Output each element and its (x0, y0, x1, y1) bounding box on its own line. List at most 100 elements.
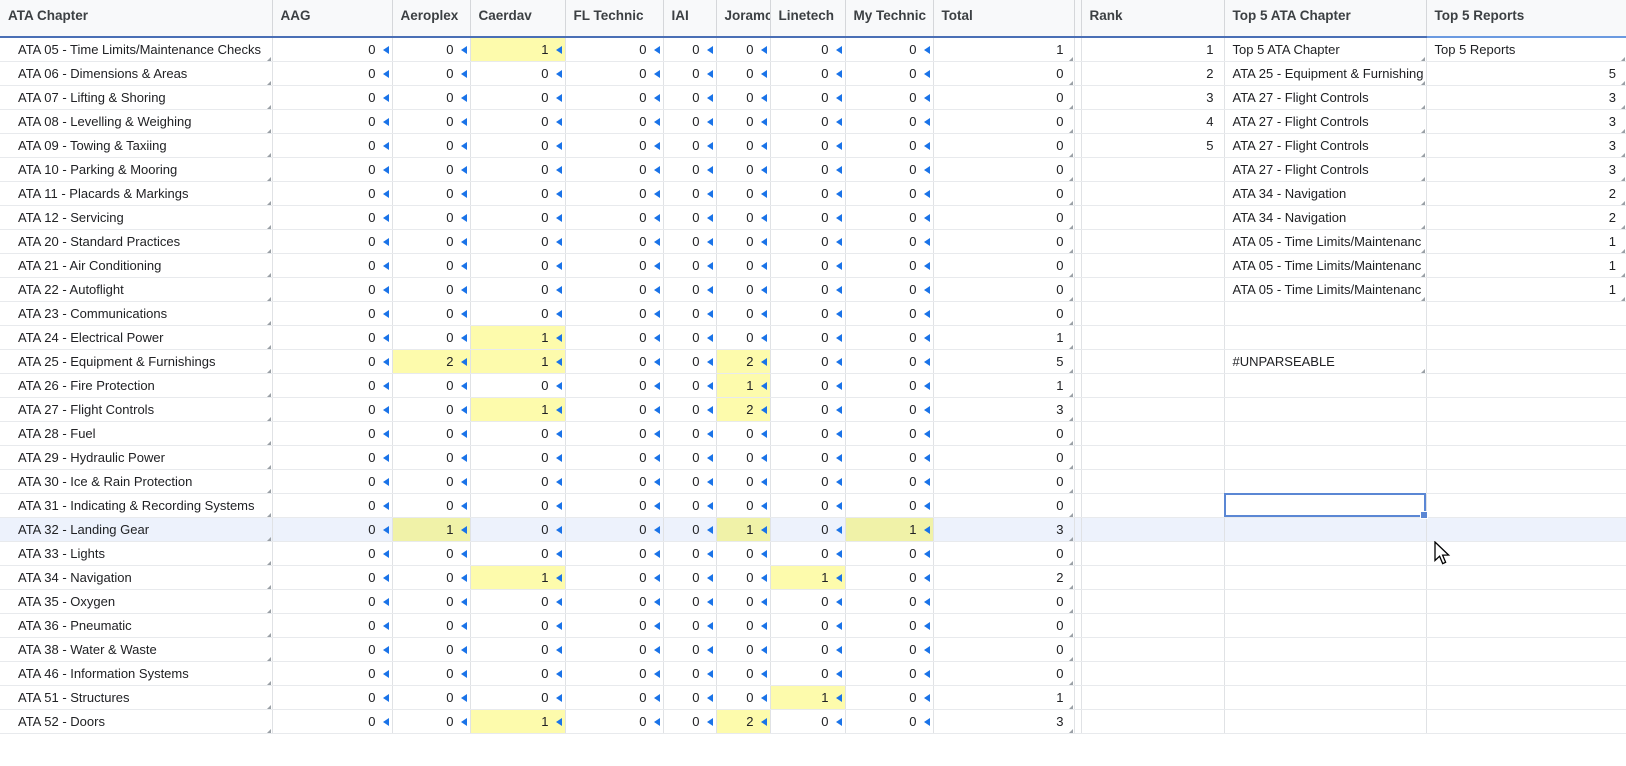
cell-ata-chapter[interactable]: ATA 30 - Ice & Rain Protection (0, 469, 273, 494)
cell-linetech[interactable]: 0 (770, 421, 846, 446)
cell-fl-technic[interactable]: 0 (565, 229, 664, 254)
cell-iai[interactable]: 0 (663, 277, 717, 302)
cell-top5-ata-chapter[interactable] (1224, 445, 1427, 470)
cell-ata-chapter[interactable]: ATA 34 - Navigation (0, 565, 273, 590)
cell-aag[interactable]: 0 (272, 445, 393, 470)
cell-total[interactable]: 0 (933, 181, 1075, 206)
cell-caerdav[interactable]: 0 (470, 181, 566, 206)
cell-top5-ata-chapter[interactable] (1224, 301, 1427, 326)
cell-fl-technic[interactable]: 0 (565, 469, 664, 494)
cell-total[interactable]: 0 (933, 445, 1075, 470)
cell-joramco[interactable]: 1 (716, 373, 771, 398)
cell-aeroplex[interactable]: 0 (392, 565, 471, 590)
cell-fl-technic[interactable]: 0 (565, 541, 664, 566)
cell-iai[interactable]: 0 (663, 565, 717, 590)
table-row[interactable]: ATA 33 - Lights 0 0 0 0 0 0 0 0 0 (0, 541, 1626, 566)
table-row[interactable]: ATA 28 - Fuel 0 0 0 0 0 0 0 0 0 (0, 421, 1626, 446)
cell-linetech[interactable]: 0 (770, 181, 846, 206)
cell-total[interactable]: 0 (933, 229, 1075, 254)
cell-caerdav[interactable]: 0 (470, 637, 566, 662)
cell-rank[interactable]: 5 (1081, 133, 1225, 158)
cell-iai[interactable]: 0 (663, 253, 717, 278)
cell-aag[interactable]: 0 (272, 229, 393, 254)
cell-aeroplex[interactable]: 0 (392, 253, 471, 278)
cell-ata-chapter[interactable]: ATA 32 - Landing Gear (0, 517, 273, 542)
cell-fl-technic[interactable]: 0 (565, 445, 664, 470)
cell-ata-chapter[interactable]: ATA 27 - Flight Controls (0, 397, 273, 422)
column-header-aeroplex[interactable]: Aeroplex (392, 0, 471, 38)
cell-ata-chapter[interactable]: ATA 26 - Fire Protection (0, 373, 273, 398)
table-row[interactable]: ATA 46 - Information Systems 0 0 0 0 0 0 0 0 0 (0, 661, 1626, 686)
table-row[interactable]: ATA 12 - Servicing 0 0 0 0 0 0 0 0 0 ATA 34 - Navi… (0, 205, 1626, 230)
table-row[interactable]: ATA 31 - Indicating & Recording Systems 0… (0, 493, 1626, 518)
cell-aag[interactable]: 0 (272, 685, 393, 710)
table-row[interactable]: ATA 09 - Towing & Taxiing 0 0 0 0 0 0 0 0 0 5 ATA 2… (0, 133, 1626, 158)
cell-rank[interactable] (1081, 229, 1225, 254)
cell-fl-technic[interactable]: 0 (565, 205, 664, 230)
cell-joramco[interactable]: 0 (716, 493, 771, 518)
cell-caerdav[interactable]: 1 (470, 349, 566, 374)
cell-linetech[interactable]: 0 (770, 277, 846, 302)
cell-iai[interactable]: 0 (663, 397, 717, 422)
cell-top5-reports[interactable] (1426, 661, 1626, 686)
cell-total[interactable]: 0 (933, 61, 1075, 86)
cell-linetech[interactable]: 0 (770, 661, 846, 686)
cell-caerdav[interactable]: 1 (470, 565, 566, 590)
cell-aeroplex[interactable]: 0 (392, 109, 471, 134)
cell-ata-chapter[interactable]: ATA 35 - Oxygen (0, 589, 273, 614)
cell-iai[interactable]: 0 (663, 685, 717, 710)
cell-fl-technic[interactable]: 0 (565, 37, 664, 62)
cell-total[interactable]: 5 (933, 349, 1075, 374)
table-row[interactable]: ATA 07 - Lifting & Shoring 0 0 0 0 0 0 0 0 0 3 ATA … (0, 85, 1626, 110)
cell-top5-reports[interactable]: 3 (1426, 133, 1626, 158)
cell-my-technic[interactable]: 0 (845, 445, 934, 470)
cell-iai[interactable]: 0 (663, 325, 717, 350)
cell-iai[interactable]: 0 (663, 493, 717, 518)
cell-fl-technic[interactable]: 0 (565, 421, 664, 446)
cell-aeroplex[interactable]: 0 (392, 709, 471, 734)
table-row[interactable]: ATA 22 - Autoflight 0 0 0 0 0 0 0 0 0 ATA 05 - Tim… (0, 277, 1626, 302)
cell-my-technic[interactable]: 0 (845, 421, 934, 446)
cell-aeroplex[interactable]: 0 (392, 445, 471, 470)
cell-rank[interactable]: 3 (1081, 85, 1225, 110)
cell-aeroplex[interactable]: 0 (392, 397, 471, 422)
cell-top5-reports[interactable] (1426, 349, 1626, 374)
cell-fl-technic[interactable]: 0 (565, 325, 664, 350)
cell-iai[interactable]: 0 (663, 373, 717, 398)
cell-iai[interactable]: 0 (663, 613, 717, 638)
cell-linetech[interactable]: 0 (770, 229, 846, 254)
cell-top5-ata-chapter[interactable] (1224, 589, 1427, 614)
cell-top5-ata-chapter[interactable] (1224, 709, 1427, 734)
cell-ata-chapter[interactable]: ATA 25 - Equipment & Furnishings (0, 349, 273, 374)
column-header-top5-ata-chapter[interactable]: Top 5 ATA Chapter (1224, 0, 1427, 38)
column-header-top5-reports[interactable]: Top 5 Reports (1426, 0, 1626, 38)
cell-ata-chapter[interactable]: ATA 29 - Hydraulic Power (0, 445, 273, 470)
cell-aag[interactable]: 0 (272, 109, 393, 134)
cell-caerdav[interactable]: 0 (470, 589, 566, 614)
cell-aag[interactable]: 0 (272, 253, 393, 278)
cell-fl-technic[interactable]: 0 (565, 109, 664, 134)
cell-ata-chapter[interactable]: ATA 06 - Dimensions & Areas (0, 61, 273, 86)
cell-caerdav[interactable]: 0 (470, 301, 566, 326)
cell-rank[interactable] (1081, 373, 1225, 398)
cell-my-technic[interactable]: 0 (845, 661, 934, 686)
cell-iai[interactable]: 0 (663, 85, 717, 110)
cell-top5-ata-chapter[interactable]: ATA 34 - Navigation (1224, 181, 1427, 206)
cell-linetech[interactable]: 0 (770, 517, 846, 542)
cell-rank[interactable] (1081, 589, 1225, 614)
cell-aag[interactable]: 0 (272, 301, 393, 326)
cell-linetech[interactable]: 0 (770, 493, 846, 518)
cell-linetech[interactable]: 0 (770, 349, 846, 374)
cell-total[interactable]: 1 (933, 325, 1075, 350)
cell-total[interactable]: 1 (933, 373, 1075, 398)
cell-total[interactable]: 1 (933, 685, 1075, 710)
cell-linetech[interactable]: 0 (770, 61, 846, 86)
cell-rank[interactable]: 1 (1081, 37, 1225, 62)
cell-iai[interactable]: 0 (663, 661, 717, 686)
cell-total[interactable]: 0 (933, 85, 1075, 110)
table-row[interactable]: ATA 20 - Standard Practices 0 0 0 0 0 0 0 0 0 ATA … (0, 229, 1626, 254)
cell-my-technic[interactable]: 0 (845, 61, 934, 86)
cell-top5-ata-chapter[interactable] (1224, 493, 1427, 518)
cell-rank[interactable] (1081, 157, 1225, 182)
cell-joramco[interactable]: 0 (716, 301, 771, 326)
